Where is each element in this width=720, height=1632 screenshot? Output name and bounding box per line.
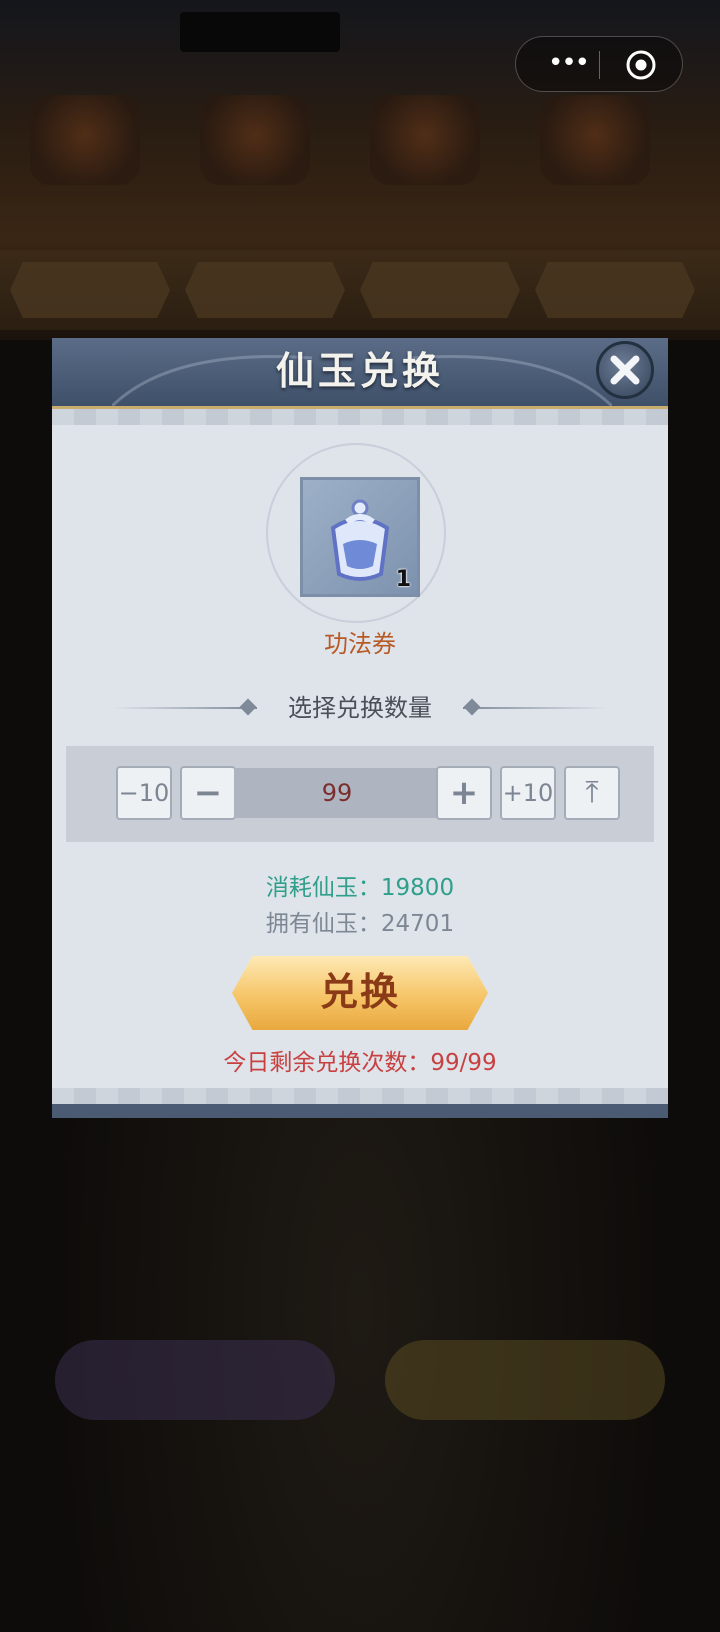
item-name: 功法券 [324, 630, 396, 658]
plus-10-button[interactable]: +10 [500, 766, 556, 820]
bg-button [55, 1340, 335, 1420]
bg-activity-icon [200, 95, 310, 185]
remaining-exchanges-text: 今日剩余兑换次数：99/99 [223, 1050, 497, 1076]
quantity-stepper: −10 − 99 + +10 ⤒ [66, 746, 654, 842]
exchange-dialog: 仙玉兑换 1 功法券 选择兑换数量 −10 − 99 + +10 ⤒ 消耗仙玉：… [52, 338, 668, 1118]
bg-button [385, 1340, 665, 1420]
quantity-input[interactable]: 99 [234, 768, 440, 818]
bg-activity-icon [30, 95, 140, 185]
game-status-bar [180, 12, 340, 52]
max-button[interactable]: ⤒ [564, 766, 620, 820]
bg-tab [360, 262, 520, 318]
cost-text: 消耗仙玉：19800 [265, 875, 455, 901]
close-miniprogram-icon[interactable] [625, 49, 657, 81]
miniprogram-capsule: ••• [515, 36, 683, 92]
exchange-button[interactable]: 兑换 [232, 956, 488, 1030]
dialog-footer [52, 1104, 668, 1118]
close-icon [610, 355, 640, 385]
quantity-label-row: 选择兑换数量 [112, 688, 608, 728]
bg-activity-icon [370, 95, 480, 185]
minus-10-button[interactable]: −10 [116, 766, 172, 820]
item-count: 1 [395, 567, 411, 592]
bg-activity-icon [540, 95, 650, 185]
plus-button[interactable]: + [436, 766, 492, 820]
exchange-button-label: 兑换 [319, 969, 400, 1014]
decorative-band-bottom [52, 1088, 668, 1104]
bg-tab [535, 262, 695, 318]
dialog-header: 仙玉兑换 [52, 338, 668, 409]
owned-text: 拥有仙玉：24701 [265, 911, 455, 937]
close-button[interactable] [596, 341, 654, 399]
capsule-divider [599, 51, 600, 79]
more-menu-icon[interactable]: ••• [538, 50, 598, 79]
minus-button[interactable]: − [180, 766, 236, 820]
divider-line [463, 707, 608, 709]
item-slot[interactable]: 1 [300, 477, 420, 597]
bg-tab [185, 262, 345, 318]
decorative-band-top [52, 409, 668, 425]
dialog-title: 仙玉兑换 [275, 348, 444, 393]
bg-tab [10, 262, 170, 318]
